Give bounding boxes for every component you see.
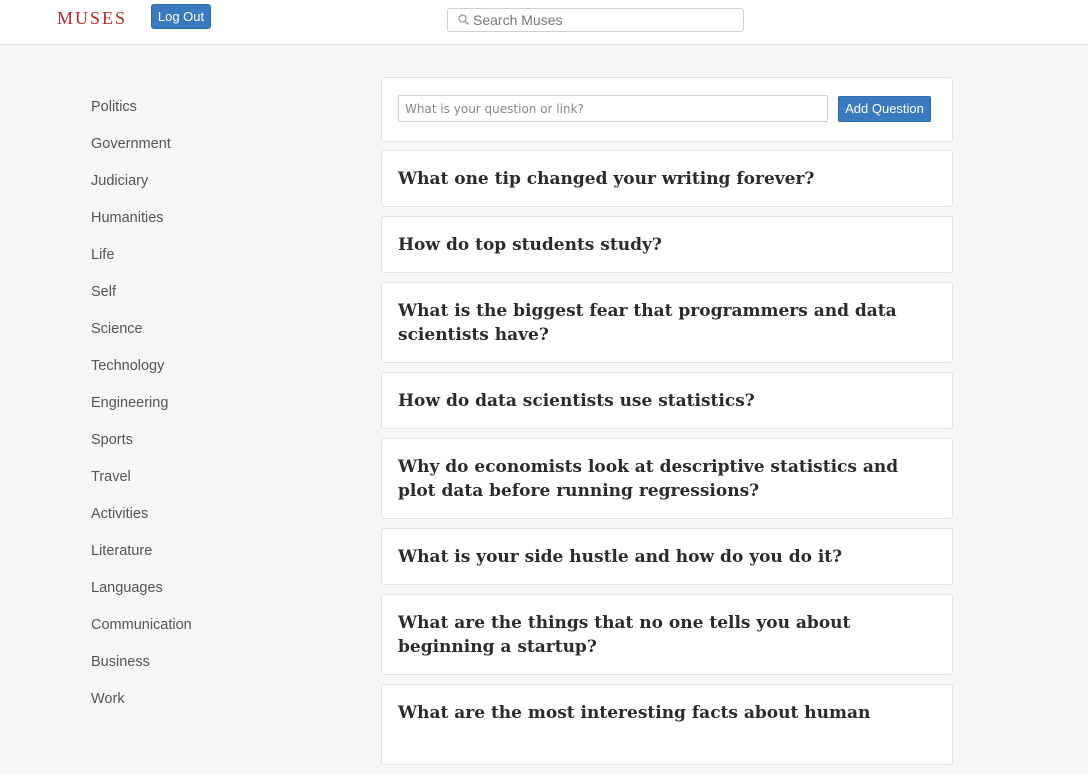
sidebar-item-judiciary[interactable]: Judiciary [91,172,291,209]
sidebar-item-languages[interactable]: Languages [91,579,291,616]
logout-button[interactable]: Log Out [151,4,211,29]
sidebar-item-government[interactable]: Government [91,135,291,172]
sidebar-item-activities[interactable]: Activities [91,505,291,542]
sidebar-item-literature[interactable]: Literature [91,542,291,579]
question-feed: Add Question What one tip changed your w… [381,77,953,774]
sidebar-item-engineering[interactable]: Engineering [91,394,291,431]
topic-sidebar: Politics Government Judiciary Humanities… [91,98,291,727]
add-question-button[interactable]: Add Question [838,96,931,122]
search-box[interactable] [447,8,744,32]
question-title[interactable]: What are the most interesting facts abou… [398,701,936,725]
question-card[interactable]: What one tip changed your writing foreve… [381,150,953,207]
sidebar-item-self[interactable]: Self [91,283,291,320]
sidebar-item-politics[interactable]: Politics [91,98,291,135]
sidebar-item-communication[interactable]: Communication [91,616,291,653]
question-input[interactable] [398,95,828,122]
question-card[interactable]: What is the biggest fear that programmer… [381,282,953,363]
question-title[interactable]: How do top students study? [398,233,936,257]
sidebar-item-science[interactable]: Science [91,320,291,357]
question-title[interactable]: What one tip changed your writing foreve… [398,167,936,191]
sidebar-item-business[interactable]: Business [91,653,291,690]
search-icon [458,14,470,26]
sidebar-item-travel[interactable]: Travel [91,468,291,505]
search-input[interactable] [473,11,733,29]
sidebar-item-technology[interactable]: Technology [91,357,291,394]
question-title[interactable]: Why do economists look at descriptive st… [398,455,936,503]
question-card[interactable]: What is your side hustle and how do you … [381,528,953,585]
question-card[interactable]: How do top students study? [381,216,953,273]
question-card[interactable]: How do data scientists use statistics? [381,372,953,429]
sidebar-item-sports[interactable]: Sports [91,431,291,468]
question-title[interactable]: What is the biggest fear that programmer… [398,299,936,347]
question-title[interactable]: How do data scientists use statistics? [398,389,936,413]
question-title[interactable]: What are the things that no one tells yo… [398,611,936,659]
sidebar-item-humanities[interactable]: Humanities [91,209,291,246]
sidebar-item-life[interactable]: Life [91,246,291,283]
ask-question-card: Add Question [381,77,953,142]
question-card[interactable]: What are the most interesting facts abou… [381,684,953,765]
site-logo[interactable]: MUSES [57,8,127,29]
top-header: MUSES Log Out [0,0,1088,45]
question-title[interactable]: What is your side hustle and how do you … [398,545,936,569]
sidebar-item-work[interactable]: Work [91,690,291,727]
question-card[interactable]: What are the things that no one tells yo… [381,594,953,675]
question-card[interactable]: Why do economists look at descriptive st… [381,438,953,519]
